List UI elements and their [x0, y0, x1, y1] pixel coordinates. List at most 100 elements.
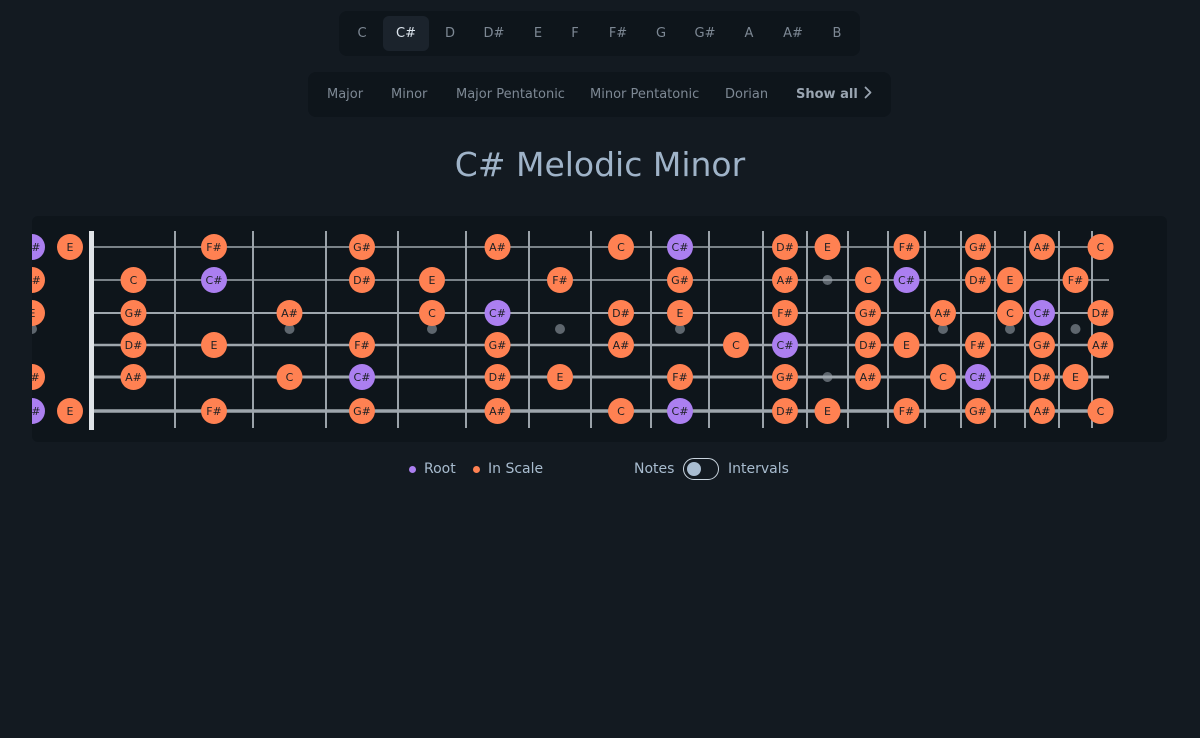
legend-root: Root	[409, 459, 456, 479]
scale-major[interactable]: Major	[327, 72, 363, 117]
key-a-sharp[interactable]: A#	[770, 16, 816, 51]
note-label: D#	[969, 274, 987, 287]
fret-inlay-dot	[1070, 324, 1081, 334]
key-d-sharp[interactable]: D#	[471, 16, 517, 51]
fret-inlay-dot	[555, 324, 565, 334]
toggle-notes-label: Notes	[634, 461, 675, 477]
note-label: F#	[552, 274, 568, 287]
note-label: G#	[776, 371, 794, 384]
note-label: D#	[859, 339, 877, 352]
key-c[interactable]: C	[339, 16, 385, 51]
note-label: F#	[1068, 274, 1084, 287]
note-label: C#	[777, 339, 794, 352]
note-label: C#	[354, 371, 371, 384]
toggle-knob	[687, 462, 701, 476]
note-label: F#	[777, 307, 793, 320]
key-f[interactable]: F	[552, 16, 598, 51]
key-b[interactable]: B	[814, 16, 860, 51]
note-label: C#	[1034, 307, 1051, 320]
note-label: A#	[281, 307, 298, 320]
scale-selector: Major Minor Major Pentatonic Minor Penta…	[308, 72, 891, 117]
note-label: C	[1097, 405, 1105, 418]
note-label: C	[286, 371, 294, 384]
scale-color-dot	[473, 465, 480, 473]
key-c-sharp[interactable]: C#	[383, 16, 429, 51]
toggle-intervals-label: Intervals	[728, 461, 789, 477]
legend-in-scale-label: In Scale	[488, 461, 544, 477]
note-label: C	[130, 274, 138, 287]
note-label: C#	[206, 274, 223, 287]
note-label: F#	[206, 405, 222, 418]
fretboard: E F# G# A# C C# D# E F# G# A# C C# C C# D# E F# G# A# C C# D# E…	[32, 216, 1167, 442]
note-label: F#	[354, 339, 370, 352]
note-label: C#	[672, 405, 689, 418]
note-label: C	[864, 274, 872, 287]
note-label: E	[429, 274, 436, 287]
note-label: E	[32, 307, 36, 320]
note-label: G#	[969, 241, 987, 254]
note-label: C	[1097, 241, 1105, 254]
note-label: E	[67, 241, 74, 254]
note-label: C#	[32, 241, 40, 254]
note-label: E	[67, 405, 74, 418]
note-label: G#	[353, 405, 371, 418]
note-label: F#	[899, 241, 915, 254]
show-all-label: Show all	[796, 87, 858, 102]
key-g[interactable]: G	[638, 16, 684, 51]
nut	[89, 231, 94, 430]
key-selector: C C# D D# E F F# G G# A A# B	[339, 11, 860, 56]
note-label: D#	[612, 307, 630, 320]
note-label: A#	[777, 274, 794, 287]
note-label: C	[617, 241, 625, 254]
note-label: A#	[860, 371, 877, 384]
note-label: E	[903, 339, 910, 352]
note-label: D#	[776, 405, 794, 418]
note-label: D#	[1033, 371, 1051, 384]
note-label: A#	[489, 241, 506, 254]
note-label: C#	[489, 307, 506, 320]
note-label: A#	[125, 371, 142, 384]
key-f-sharp[interactable]: F#	[595, 16, 641, 51]
note-label: G#	[125, 307, 143, 320]
key-g-sharp[interactable]: G#	[682, 16, 728, 51]
legend-root-label: Root	[424, 461, 456, 477]
note-label: G#	[353, 241, 371, 254]
note-label: G#	[859, 307, 877, 320]
notes-intervals-toggle[interactable]	[683, 458, 719, 480]
note-label: C	[732, 339, 740, 352]
note-label: C	[1006, 307, 1014, 320]
note-label: E	[1007, 274, 1014, 287]
note-label: D#	[353, 274, 371, 287]
note-label: E	[677, 307, 684, 320]
scale-major-pentatonic[interactable]: Major Pentatonic	[456, 72, 565, 117]
note-label: G#	[1033, 339, 1051, 352]
scale-dorian[interactable]: Dorian	[725, 72, 768, 117]
note-label: A#	[935, 307, 952, 320]
page-title: C# Melodic Minor	[454, 145, 746, 184]
note-label: D#	[125, 339, 143, 352]
note-label: F#	[672, 371, 688, 384]
note-label: D#	[489, 371, 507, 384]
note-label: F#	[899, 405, 915, 418]
show-all-button[interactable]: Show all	[796, 72, 872, 117]
note-label: G#	[969, 405, 987, 418]
note-label: C	[428, 307, 436, 320]
note-label: A#	[489, 405, 506, 418]
note-label: E	[824, 241, 831, 254]
note-label: A#	[613, 339, 630, 352]
fretboard-diagram: E F# G# A# C C# D# E F# G# A# C C# C C# D# E F# G# A# C C# D# E…	[32, 231, 1114, 430]
key-d[interactable]: D	[427, 16, 473, 51]
note-label: A#	[1034, 241, 1051, 254]
legend-in-scale: In Scale	[473, 459, 543, 479]
note-label: G#	[489, 339, 507, 352]
key-a[interactable]: A	[726, 16, 772, 51]
note-label: F#	[32, 371, 40, 384]
note-label: C	[617, 405, 625, 418]
scale-minor[interactable]: Minor	[391, 72, 427, 117]
note-label: E	[557, 371, 564, 384]
note-label: E	[824, 405, 831, 418]
note-label: C#	[898, 274, 915, 287]
note-label: C	[939, 371, 947, 384]
scale-minor-pentatonic[interactable]: Minor Pentatonic	[590, 72, 699, 117]
note-label: C#	[970, 371, 987, 384]
